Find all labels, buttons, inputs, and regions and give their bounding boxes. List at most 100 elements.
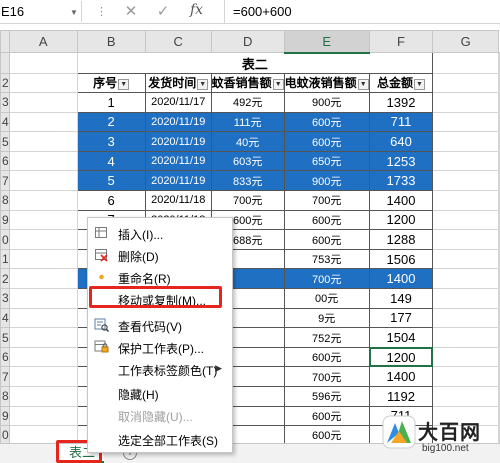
cell[interactable]: [432, 170, 499, 192]
cell[interactable]: [498, 92, 500, 113]
context-menu-item[interactable]: 插入(I)...: [88, 222, 232, 244]
context-menu-item[interactable]: 取消隐藏(U)...: [88, 404, 232, 426]
cell[interactable]: [498, 150, 500, 172]
table-title[interactable]: 表二: [76, 52, 434, 74]
select-all-corner[interactable]: [0, 30, 10, 53]
row-header[interactable]: 6: [0, 150, 10, 172]
cell[interactable]: [498, 190, 500, 211]
cell[interactable]: [8, 405, 78, 427]
cell[interactable]: [498, 307, 500, 329]
cell[interactable]: [498, 229, 500, 250]
data-cell[interactable]: 600元: [283, 111, 370, 133]
cell[interactable]: [432, 209, 499, 231]
cell[interactable]: [432, 288, 499, 309]
cell[interactable]: [432, 111, 499, 133]
cell[interactable]: [498, 288, 500, 309]
column-title-cell[interactable]: 电蚊液销售额 ▼: [283, 72, 370, 94]
cell[interactable]: [8, 248, 78, 270]
column-header-b[interactable]: B: [76, 30, 146, 53]
context-menu-item[interactable]: 工作表标签颜色(T) ▶: [88, 358, 232, 380]
cell[interactable]: [432, 307, 499, 329]
cell[interactable]: [432, 52, 499, 74]
column-header-c[interactable]: C: [144, 30, 212, 53]
filter-dropdown-icon[interactable]: ▼: [272, 78, 284, 90]
cell[interactable]: [8, 346, 78, 368]
name-box-dropdown-icon[interactable]: ▼: [70, 8, 78, 17]
row-header[interactable]: 0: [0, 229, 10, 250]
data-cell[interactable]: 700元: [283, 366, 370, 387]
data-cell[interactable]: 700元: [210, 190, 285, 211]
data-cell[interactable]: 1400: [368, 268, 434, 290]
data-cell[interactable]: 1200: [368, 346, 434, 368]
cell[interactable]: [498, 131, 500, 152]
cell[interactable]: [432, 268, 499, 290]
cell[interactable]: [432, 190, 499, 211]
cell[interactable]: [432, 248, 499, 270]
context-menu-item[interactable]: 删除(D): [88, 244, 232, 266]
data-cell[interactable]: 1504: [368, 327, 434, 348]
cell[interactable]: [432, 92, 499, 113]
cell[interactable]: [498, 170, 500, 192]
filter-dropdown-icon[interactable]: ▼: [118, 78, 130, 90]
cell[interactable]: [8, 327, 78, 348]
cancel-icon[interactable]: ✕: [120, 2, 142, 22]
data-cell[interactable]: 833元: [210, 170, 285, 192]
column-header-f[interactable]: F: [368, 30, 434, 53]
cell[interactable]: [8, 111, 78, 133]
column-title-cell[interactable]: 发货时间 ▼: [144, 72, 212, 94]
cell[interactable]: [8, 386, 78, 407]
data-cell[interactable]: 600元: [283, 229, 370, 250]
context-menu-item[interactable]: 保护工作表(P)...: [88, 336, 232, 358]
row-header[interactable]: 4: [0, 307, 10, 329]
data-cell[interactable]: 1506: [368, 248, 434, 270]
data-cell[interactable]: 640: [368, 131, 434, 152]
data-cell[interactable]: 00元: [283, 288, 370, 309]
row-header[interactable]: 5: [0, 327, 10, 348]
data-cell[interactable]: 1253: [368, 150, 434, 172]
data-cell[interactable]: 111元: [210, 111, 285, 133]
cell[interactable]: [432, 366, 499, 387]
filter-dropdown-icon[interactable]: ▼: [413, 78, 425, 90]
cell[interactable]: [432, 346, 499, 368]
data-cell[interactable]: 650元: [283, 150, 370, 172]
data-cell[interactable]: 753元: [283, 248, 370, 270]
cell[interactable]: [498, 248, 500, 270]
data-cell[interactable]: 2020/11/19: [144, 170, 212, 192]
data-cell[interactable]: 1192: [368, 386, 434, 407]
data-cell[interactable]: 900元: [283, 92, 370, 113]
data-cell[interactable]: 600元: [283, 346, 370, 368]
cell[interactable]: [432, 386, 499, 407]
context-menu-item[interactable]: 隐藏(H): [88, 382, 232, 404]
formula-input[interactable]: =600+600: [233, 4, 292, 19]
cell[interactable]: [432, 327, 499, 348]
column-header-a[interactable]: A: [8, 30, 78, 53]
data-cell[interactable]: 1400: [368, 366, 434, 387]
row-header[interactable]: 7: [0, 170, 10, 192]
data-cell[interactable]: 1: [76, 92, 146, 113]
column-header-e[interactable]: E: [283, 30, 370, 54]
cell[interactable]: [432, 131, 499, 152]
row-header[interactable]: 9: [0, 209, 10, 231]
row-header[interactable]: 4: [0, 111, 10, 133]
row-header[interactable]: 3: [0, 92, 10, 113]
context-menu-item[interactable]: 选定全部工作表(S): [88, 428, 232, 450]
data-cell[interactable]: 900元: [283, 170, 370, 192]
cell[interactable]: [498, 209, 500, 231]
data-cell[interactable]: 700元: [283, 268, 370, 290]
data-cell[interactable]: 1400: [368, 190, 434, 211]
row-header[interactable]: 9: [0, 405, 10, 427]
data-cell[interactable]: 177: [368, 307, 434, 329]
cell[interactable]: [498, 327, 500, 348]
cell[interactable]: [8, 170, 78, 192]
data-cell[interactable]: 149: [368, 288, 434, 309]
data-cell[interactable]: 2020/11/18: [144, 190, 212, 211]
data-cell[interactable]: 1733: [368, 170, 434, 192]
data-cell[interactable]: 700元: [283, 190, 370, 211]
data-cell[interactable]: 600元: [283, 209, 370, 231]
row-header[interactable]: 3: [0, 288, 10, 309]
data-cell[interactable]: 2020/11/19: [144, 131, 212, 152]
cell[interactable]: [8, 366, 78, 387]
data-cell[interactable]: 1288: [368, 229, 434, 250]
cell[interactable]: [8, 72, 78, 94]
cell[interactable]: [8, 268, 78, 290]
